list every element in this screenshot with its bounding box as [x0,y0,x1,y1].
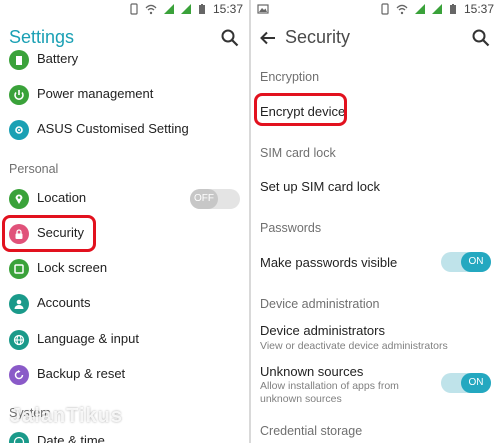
signal-2-icon [432,4,442,14]
wifi-icon [396,4,408,15]
section-header-device-admin: Device administration [260,297,380,311]
make-passwords-visible-item[interactable]: Make passwords visible ON [251,245,500,279]
image-notification-icon [257,4,269,14]
settings-item-label: Backup & reset [37,366,126,381]
signal-icon [415,4,425,14]
section-header-sim: SIM card lock [260,146,336,160]
back-arrow-icon[interactable] [258,28,278,48]
status-bar: 15:37 [0,0,249,18]
section-header-encryption: Encryption [260,70,320,84]
device-administrators-item[interactable]: Device administrators View or deactivate… [251,320,500,356]
unknown-sources-label: Unknown sources [260,364,364,379]
settings-item-battery[interactable]: Battery [0,42,249,77]
make-passwords-visible-toggle[interactable]: ON [441,252,491,272]
battery-status-icon [199,4,205,14]
settings-item-power-management[interactable]: Power management [0,77,249,112]
battery-status-icon [450,4,456,14]
security-pane: 15:37 Security Encryption Encrypt device… [251,0,500,443]
wifi-icon [145,4,157,15]
unknown-sources-toggle[interactable]: ON [441,373,491,393]
sim-card-lock-item[interactable]: Set up SIM card lock [251,170,500,204]
section-header-personal: Personal [9,162,59,176]
settings-item-label: Date & time [37,433,105,443]
location-toggle[interactable]: OFF [190,189,240,209]
location-icon [9,189,29,209]
settings-item-location[interactable]: Location OFF [0,181,249,216]
make-passwords-visible-label: Make passwords visible [260,255,398,270]
power-management-icon [9,85,29,105]
unknown-sources-subtitle: Allow installation of apps from unknown … [260,380,399,405]
settings-item-label: ASUS Customised Setting [37,121,189,136]
settings-pane: 15:37 Settings Battery Power management … [0,0,249,443]
vibrate-icon [381,3,389,15]
settings-item-asus-customised[interactable]: ASUS Customised Setting [0,112,249,147]
app-bar: Security [251,18,500,58]
settings-item-lock-screen[interactable]: Lock screen [0,251,249,286]
toggle-state: ON [461,373,491,393]
settings-item-label: Battery [37,51,79,66]
toggle-state: OFF [190,189,218,209]
sim-card-lock-label: Set up SIM card lock [260,179,380,194]
status-bar: 15:37 [251,0,500,18]
settings-item-label: Language & input [37,331,139,346]
backup-icon [9,365,29,385]
settings-item-label: Location [37,190,87,205]
section-header-passwords: Passwords [260,221,322,235]
accounts-icon [9,294,29,314]
settings-item-label: Power management [37,86,154,101]
page-title: Security [285,27,351,47]
watermark: JalanTikus [10,405,124,427]
lock-screen-icon [9,259,29,279]
toggle-state: ON [461,252,491,272]
encrypt-device-highlight [254,93,347,126]
settings-item-label: Accounts [37,295,91,310]
device-administrators-subtitle: View or deactivate device administrators [260,340,448,352]
settings-item-accounts[interactable]: Accounts [0,286,249,321]
section-header-credential-storage: Credential storage [260,424,363,438]
vibrate-icon [130,3,138,15]
device-administrators-label: Device administrators [260,323,385,338]
search-icon[interactable] [471,28,491,48]
signal-2-icon [181,4,191,14]
settings-item-label: Lock screen [37,260,108,275]
clock-icon [9,432,29,443]
battery-icon [9,50,29,70]
signal-icon [164,4,174,14]
language-icon [9,330,29,350]
clock: 15:37 [463,2,494,16]
asus-customised-icon [9,120,29,140]
clock: 15:37 [212,2,243,16]
settings-item-language[interactable]: Language & input [0,322,249,357]
security-highlight [2,215,96,252]
settings-item-backup[interactable]: Backup & reset [0,357,249,392]
unknown-sources-item[interactable]: Unknown sources Allow installation of ap… [251,360,500,408]
